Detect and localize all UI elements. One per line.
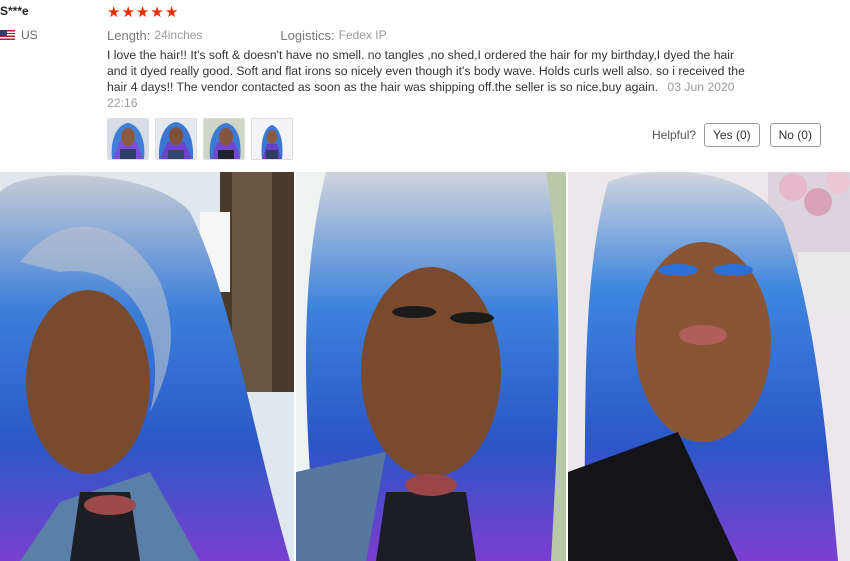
review-thumbnail[interactable] [107, 118, 149, 160]
review-thumbnail[interactable] [203, 118, 245, 160]
star-rating: ★ ★ ★ ★ ★ [107, 5, 178, 21]
logistics-label: Logistics: [280, 27, 335, 43]
review-body: I love the hair!! It's soft & doesn't ha… [107, 47, 747, 111]
reviewer-country: US [0, 28, 38, 42]
length-label: Length: [107, 27, 151, 43]
helpful-no-button[interactable]: No (0) [769, 123, 821, 147]
star-icon: ★ [107, 4, 121, 21]
helpful-yes-button[interactable]: Yes (0) [704, 123, 760, 147]
review-thumbnails [107, 118, 293, 160]
blank-space [202, 27, 280, 43]
review-photos [0, 172, 850, 561]
review-thumbnail[interactable] [155, 118, 197, 160]
star-icon: ★ [164, 4, 179, 21]
country-code: US [21, 28, 38, 42]
review-photo[interactable] [296, 172, 566, 561]
star-icon: ★ [150, 4, 164, 21]
reviewer-name: S***e [0, 4, 29, 18]
us-flag-icon [0, 30, 15, 40]
review-photo[interactable] [568, 172, 850, 561]
review-meta: Length: 24inches Logistics: Fedex IP [107, 27, 387, 43]
helpful-label: Helpful? [652, 128, 697, 142]
star-icon: ★ [121, 4, 135, 21]
review-text: I love the hair!! It's soft & doesn't ha… [107, 48, 745, 94]
length-value: 24inches [154, 28, 203, 42]
review-photo[interactable] [0, 172, 294, 561]
helpful-voting: Helpful? Yes (0) No (0) [652, 123, 821, 147]
review-thumbnail[interactable] [251, 118, 293, 160]
star-icon: ★ [135, 4, 150, 21]
logistics-value: Fedex IP [338, 28, 387, 42]
